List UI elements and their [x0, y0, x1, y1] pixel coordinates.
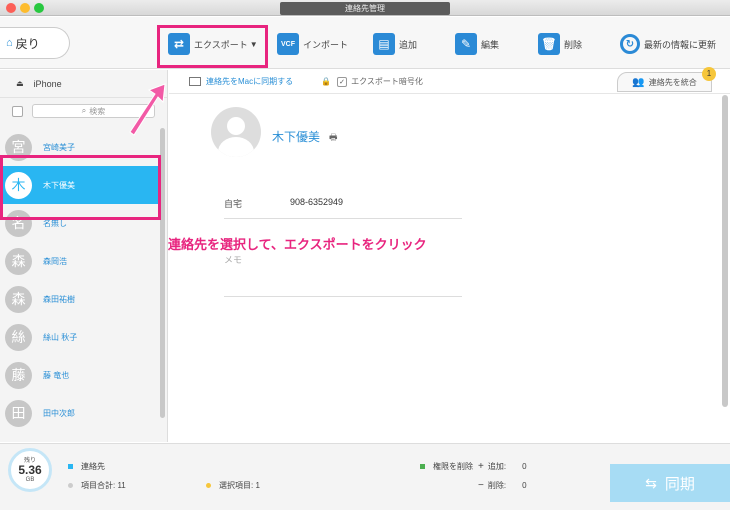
- export-encrypt-label: エクスポート暗号化: [351, 77, 423, 86]
- minus-icon: −: [478, 480, 484, 491]
- legend-square: [68, 464, 73, 469]
- delete-button[interactable]: 🗑 削除: [538, 29, 582, 59]
- avatar: 森: [5, 285, 32, 313]
- contact-photo: [211, 107, 261, 157]
- avatar: 森: [5, 247, 32, 275]
- eject-icon[interactable]: ⏏: [16, 79, 24, 88]
- minimize-window-button[interactable]: [20, 3, 30, 13]
- refresh-button[interactable]: ↻ 最新の情報に更新: [620, 29, 716, 59]
- memo-label: メモ: [224, 255, 243, 265]
- total-items-label: 項目合計: 11: [81, 481, 126, 490]
- merge-label: 連絡先を統合: [648, 77, 697, 87]
- contact-name: 藤 竜也: [43, 370, 70, 380]
- sync-to-mac-label: 連絡先をMacに同期する: [206, 77, 294, 86]
- contacts-legend: 連絡先: [68, 461, 105, 472]
- list-item[interactable]: 森 森岡浩: [0, 242, 160, 280]
- storage-value: 5.36: [18, 463, 42, 477]
- back-label: 戻り: [15, 36, 40, 51]
- divider: [224, 218, 462, 219]
- import-label: インポート: [303, 39, 349, 50]
- storage-gauge: 残り 5.36 GB: [8, 448, 52, 492]
- total-items: 項目合計: 11: [68, 480, 126, 491]
- close-window-button[interactable]: [6, 3, 16, 13]
- title-bar: 連絡先管理: [0, 0, 730, 16]
- person-body-shape: [218, 137, 254, 157]
- selected-items: 選択項目: 1: [206, 480, 260, 491]
- home-icon: ⌂: [6, 37, 13, 49]
- contact-name: 森岡浩: [43, 256, 67, 266]
- lock-icon: 🔒: [321, 77, 332, 86]
- list-item[interactable]: 藤 藤 竜也: [0, 356, 160, 394]
- export-encrypt-option[interactable]: 🔒 ✓ エクスポート暗号化: [321, 76, 423, 87]
- perm-delete-label: 権限を削除: [433, 462, 473, 471]
- list-item[interactable]: 森 森田祐樹: [0, 280, 160, 318]
- phone-label: 自宅: [224, 199, 243, 209]
- delete-count-row: − 削除: 0: [478, 480, 527, 491]
- list-item[interactable]: 絲 絲山 秋子: [0, 318, 160, 356]
- selected-items-label: 選択項目: 1: [219, 481, 260, 490]
- delete-count-value: 0: [522, 481, 527, 490]
- delete-label: 削除: [564, 39, 583, 50]
- contact-detail: 木下優美 🖶 自宅 908-6352949 メモ: [169, 95, 722, 442]
- refresh-icon: ↻: [620, 34, 640, 54]
- add-button[interactable]: ▤ 追加: [373, 29, 417, 59]
- people-icon: 👥: [632, 76, 645, 88]
- plus-icon: +: [478, 461, 484, 472]
- edit-button[interactable]: ✎ 編集: [455, 29, 499, 59]
- legend-square: [420, 464, 425, 469]
- perm-delete-legend: 権限を削除: [420, 461, 473, 472]
- edit-icon: ✎: [455, 33, 477, 55]
- contacts-legend-label: 連絡先: [81, 462, 105, 471]
- detail-subbar: 連絡先をMacに同期する 🔒 ✓ エクスポート暗号化 👥 連絡先を統合: [169, 70, 730, 94]
- select-all-checkbox[interactable]: [12, 105, 23, 117]
- search-placeholder: 検索: [89, 106, 106, 116]
- sync-to-mac-link[interactable]: 連絡先をMacに同期する: [189, 76, 293, 87]
- sync-icon: ⇆: [645, 474, 657, 491]
- phone-value: 908-6352949: [290, 197, 344, 207]
- contact-name: 宮崎美子: [43, 142, 75, 152]
- toolbar: ⌂ 戻り ⇄ エクスポート ▼ VCF インポート ▤ 追加 ✎ 編集 🗑 削除…: [0, 17, 730, 69]
- avatar: 田: [5, 399, 32, 427]
- merge-count-badge: 1: [702, 67, 716, 81]
- merge-contacts-button[interactable]: 👥 連絡先を統合: [617, 72, 712, 92]
- add-count-value: 0: [522, 462, 527, 471]
- edit-label: 編集: [481, 39, 500, 50]
- contact-name: 田中次郎: [43, 408, 75, 418]
- vcf-icon: VCF: [277, 33, 299, 55]
- window-title: 連絡先管理: [280, 2, 450, 15]
- add-label: 追加: [399, 39, 418, 50]
- zoom-window-button[interactable]: [34, 3, 44, 13]
- annotation-arrow: [129, 83, 166, 136]
- detail-scrollbar[interactable]: [722, 95, 728, 407]
- add-count-row: + 追加: 0: [478, 461, 527, 472]
- contact-full-name: 木下優美: [272, 130, 321, 144]
- divider: [224, 296, 462, 297]
- legend-dot: [68, 483, 73, 488]
- refresh-label: 最新の情報に更新: [644, 39, 717, 50]
- avatar: 絲: [5, 323, 32, 351]
- monitor-icon: [189, 77, 201, 86]
- contact-name: 絲山 秋子: [43, 332, 78, 342]
- export-highlight-box: [157, 25, 268, 68]
- add-count-label: 追加:: [487, 462, 507, 471]
- back-button[interactable]: ⌂ 戻り: [0, 27, 70, 59]
- selection-highlight-box: [0, 155, 161, 220]
- trash-icon: 🗑: [538, 33, 560, 55]
- legend-dot: [206, 483, 211, 488]
- delete-count-label: 削除:: [487, 481, 507, 490]
- instruction-annotation: 連絡先を選択して、エクスポートをクリック: [168, 237, 427, 252]
- search-icon: ⌕: [81, 106, 87, 115]
- list-item[interactable]: 田 田中次郎: [0, 394, 160, 432]
- avatar: 藤: [5, 361, 32, 389]
- printer-icon[interactable]: 🖶: [329, 130, 338, 146]
- sync-button[interactable]: ⇆ 同期: [610, 464, 730, 502]
- encrypt-checkbox[interactable]: ✓: [337, 76, 348, 87]
- contact-name: 森田祐樹: [43, 294, 75, 304]
- storage-unit: GB: [25, 477, 35, 483]
- device-name: iPhone: [33, 78, 62, 89]
- import-button[interactable]: VCF インポート: [277, 29, 348, 59]
- add-contact-icon: ▤: [373, 33, 395, 55]
- sync-label: 同期: [664, 475, 695, 493]
- person-head-shape: [227, 117, 245, 135]
